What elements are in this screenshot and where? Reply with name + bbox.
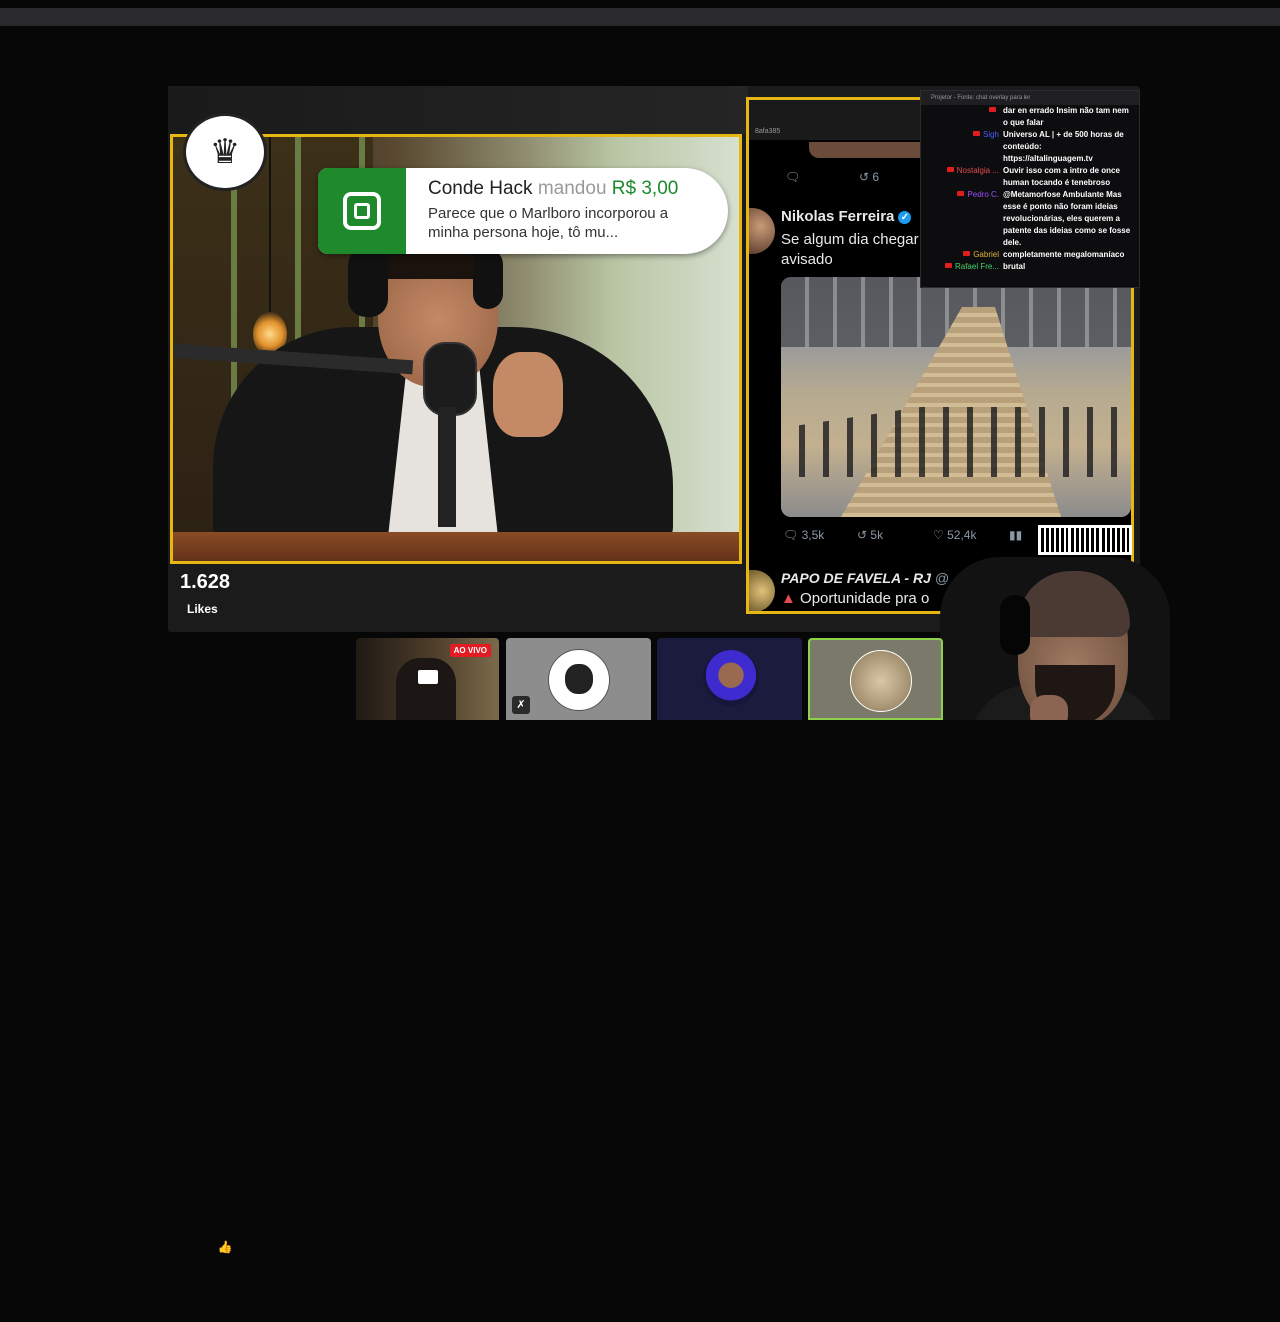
microphone	[423, 342, 477, 416]
youtube-icon	[957, 191, 965, 196]
tweet-text-line2: avisado	[781, 251, 833, 268]
donor-name: Conde Hack	[428, 178, 533, 199]
donation-verb: mandou	[537, 178, 607, 199]
chat-username: Pedro C.	[921, 189, 1003, 249]
tweet-author[interactable]: Nikolas Ferreira ✓	[781, 208, 912, 225]
streamer-headphones	[1000, 595, 1030, 655]
tweet-image[interactable]	[781, 277, 1131, 517]
avatar	[850, 650, 912, 712]
chat-message: dar en errado Insim não tam nem o que fa…	[921, 105, 1139, 129]
tweet-author-name: Nikolas Ferreira	[781, 208, 895, 225]
chat-message: Nostalgia ... Ouvir isso com a intro de o…	[921, 165, 1139, 189]
guards-line	[781, 407, 1131, 477]
avatar-papo-de-favela[interactable]	[749, 570, 775, 611]
chat-username-text: Sigh	[982, 130, 999, 139]
chat-text: @Metamorfose Ambulante Mas esse é ponto …	[1003, 190, 1131, 247]
chat-messages: dar en errado Insim não tam nem o que fa…	[921, 105, 1139, 273]
streamer-hand	[1030, 695, 1068, 720]
tweet2-text-content: Oportunidade pra o	[800, 590, 930, 607]
chat-overlay: Projetor - Fonte: chat overlay para ler …	[920, 90, 1140, 288]
avatar	[703, 650, 759, 706]
donation-header: Conde Hack mandou R$ 3,00	[428, 178, 678, 200]
host-hand	[493, 352, 563, 437]
chat-text: Universo AL | + de 500 horas de conteúdo…	[1003, 130, 1124, 163]
retweet-icon: ↺	[857, 528, 868, 542]
youtube-icon	[946, 167, 954, 172]
reply-count: 3,5k	[801, 528, 825, 542]
top-bar	[0, 8, 1280, 26]
desk	[173, 532, 739, 561]
donation-icon	[318, 168, 406, 254]
chat-username-text: Rafael Fre...	[954, 262, 999, 271]
chat-text: Ouvir isso com a intro de once human toc…	[1003, 166, 1120, 187]
chat-message: Rafael Fre... brutal	[921, 261, 1139, 273]
chat-text: dar en errado Insim não tam nem o que fa…	[1003, 106, 1129, 127]
youtube-icon	[972, 131, 980, 136]
donation-alert: Conde Hack mandou R$ 3,00 Parece que o M…	[318, 168, 728, 254]
likes-label-row: Likes 👍	[187, 602, 233, 1254]
url-fragment: 8afa385	[755, 128, 781, 135]
chat-window-title: Projetor - Fonte: chat overlay para ler	[921, 91, 1139, 105]
chat-username: Rafael Fre...	[921, 261, 1003, 273]
donation-amount: R$ 3,00	[611, 178, 679, 199]
mic-muted-icon: ✗	[512, 696, 530, 714]
chat-message: Gabriel completamente megalomaníaco	[921, 249, 1139, 261]
likes-count: 1.628	[180, 571, 231, 593]
retweet-action[interactable]: ↺ 5k	[857, 528, 883, 542]
donation-message: Parece que o Marlboro incorporou a minha…	[428, 205, 669, 241]
live-badge: AO VIVO	[449, 644, 491, 657]
prev-retweet-count: 6	[872, 170, 880, 184]
chat-username-text: Pedro C.	[967, 190, 999, 199]
tweet2-author-name: PAPO DE FAVELA - RJ	[781, 570, 931, 586]
siren-icon: ▲	[781, 590, 796, 607]
chat-username: Sigh	[921, 129, 1003, 165]
thumbs-up-icon: 👍	[217, 1240, 233, 1254]
avatar	[548, 649, 610, 711]
headphone-right	[473, 249, 503, 309]
likes-label: Likes	[187, 602, 218, 616]
prev-retweet-action[interactable]: ↺ 6	[859, 170, 879, 184]
chat-username: Nostalgia ...	[921, 165, 1003, 189]
headphone-left	[348, 247, 388, 317]
tweet2-author[interactable]: PAPO DE FAVELA - RJ @	[781, 570, 949, 586]
youtube-icon	[944, 263, 952, 268]
participant-figure	[396, 658, 456, 720]
chat-username: Gabriel	[921, 249, 1003, 261]
lamp-cord	[269, 137, 271, 312]
webcam	[930, 535, 1170, 720]
tweet2-text: ▲ Oportunidade pra o	[781, 589, 929, 609]
chat-text: completamente megalomaníaco	[1003, 250, 1125, 259]
mic-stand	[438, 407, 456, 527]
chat-username-text: Nostalgia ...	[956, 166, 999, 175]
tweet-text-line1: Se algum dia chegar	[781, 231, 919, 248]
chat-text: brutal	[1003, 262, 1026, 271]
chat-username-text: Gabriel	[973, 250, 999, 259]
retweet-icon: ↺	[859, 170, 870, 184]
participant-thumbnail-3[interactable]	[657, 638, 802, 720]
participant-thumbnail-2[interactable]: ✗	[506, 638, 651, 720]
youtube-icon	[989, 107, 996, 112]
chat-message: Pedro C. @Metamorfose Ambulante Mas esse …	[921, 189, 1139, 249]
verified-icon: ✓	[898, 211, 912, 224]
retweet-count: 5k	[870, 528, 884, 542]
reply-icon: 🗨	[783, 528, 799, 542]
participant-thumbnail-1[interactable]: AO VIVO	[356, 638, 499, 720]
avatar[interactable]	[749, 208, 775, 254]
youtube-icon	[963, 251, 971, 256]
chat-username	[921, 105, 1003, 129]
chat-message: Sigh Universo AL | + de 500 horas de cont…	[921, 129, 1139, 165]
screen-share-icon	[418, 670, 438, 684]
reply-icon[interactable]: 🗨	[785, 170, 800, 184]
participant-thumbnail-4[interactable]	[808, 638, 943, 720]
channel-logo: ♛	[183, 113, 267, 191]
reply-action[interactable]: 🗨 3,5k	[783, 528, 824, 542]
